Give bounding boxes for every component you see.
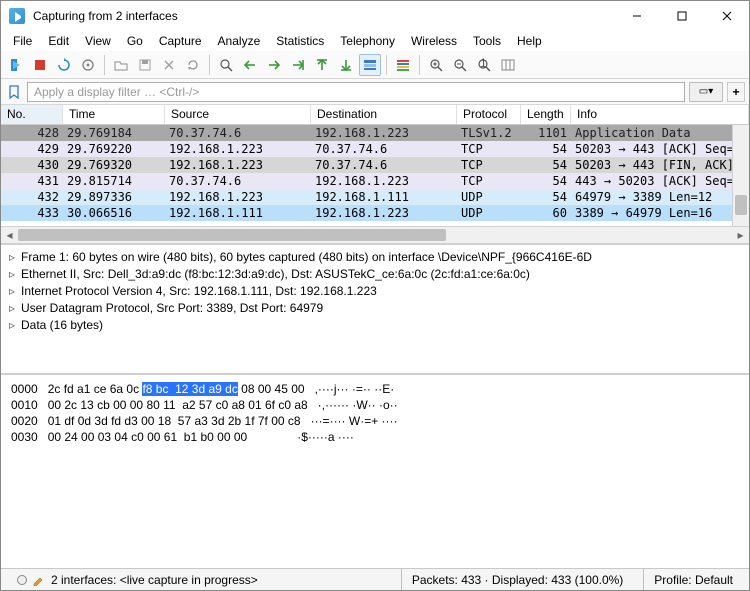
menu-view[interactable]: View xyxy=(77,32,119,50)
menu-analyze[interactable]: Analyze xyxy=(210,32,269,50)
hex-line[interactable]: 0030 00 24 00 03 04 c0 00 61 b1 b0 00 00… xyxy=(11,429,739,445)
app-icon xyxy=(9,8,25,24)
menu-help[interactable]: Help xyxy=(509,32,550,50)
autoscroll-icon[interactable] xyxy=(359,54,381,76)
colorize-icon[interactable] xyxy=(392,54,414,76)
display-filter-input[interactable] xyxy=(27,82,685,102)
detail-line[interactable]: ▹Ethernet II, Src: Dell_3d:a9:dc (f8:bc:… xyxy=(9,266,741,283)
col-destination[interactable]: Destination xyxy=(311,105,457,124)
reload-icon[interactable] xyxy=(182,54,204,76)
save-file-icon[interactable] xyxy=(134,54,156,76)
menu-file[interactable]: File xyxy=(5,32,40,50)
zoom-out-icon[interactable] xyxy=(449,54,471,76)
packet-details-pane[interactable]: ▹Frame 1: 60 bytes on wire (480 bits), 6… xyxy=(1,245,749,375)
add-filter-button[interactable]: + xyxy=(727,82,745,102)
detail-line[interactable]: ▹Frame 1: 60 bytes on wire (480 bits), 6… xyxy=(9,249,741,266)
start-capture-icon[interactable] xyxy=(5,54,27,76)
bookmark-icon[interactable] xyxy=(5,83,23,101)
status-left: 2 interfaces: <live capture in progress> xyxy=(7,569,268,590)
menu-telephony[interactable]: Telephony xyxy=(332,32,403,50)
restart-capture-icon[interactable] xyxy=(53,54,75,76)
edit-capture-icon[interactable] xyxy=(31,573,45,587)
menu-go[interactable]: Go xyxy=(119,32,151,50)
menu-statistics[interactable]: Statistics xyxy=(268,32,332,50)
filter-bar: ▭▾ + xyxy=(1,79,749,105)
detail-line[interactable]: ▹Internet Protocol Version 4, Src: 192.1… xyxy=(9,283,741,300)
detail-line[interactable]: ▹User Datagram Protocol, Src Port: 3389,… xyxy=(9,300,741,317)
titlebar: Capturing from 2 interfaces xyxy=(1,1,749,31)
col-length[interactable]: Length xyxy=(521,105,571,124)
packet-row[interactable]: 43229.897336192.168.1.223192.168.1.111UD… xyxy=(1,189,749,205)
close-file-icon[interactable] xyxy=(158,54,180,76)
expert-info-icon[interactable] xyxy=(17,575,27,585)
main-toolbar: 1 xyxy=(1,51,749,79)
maximize-button[interactable] xyxy=(659,2,704,31)
find-icon[interactable] xyxy=(215,54,237,76)
packet-bytes-pane[interactable]: 0000 2c fd a1 ce 6a 0c f8 bc 12 3d a9 dc… xyxy=(1,375,749,568)
status-interfaces: 2 interfaces: <live capture in progress> xyxy=(51,573,258,587)
hex-line[interactable]: 0000 2c fd a1 ce 6a 0c f8 bc 12 3d a9 dc… xyxy=(11,381,739,397)
menu-wireless[interactable]: Wireless xyxy=(403,32,465,50)
detail-line[interactable]: ▹Data (16 bytes) xyxy=(9,317,741,334)
filter-expression-button[interactable]: ▭▾ xyxy=(689,82,723,102)
minimize-button[interactable] xyxy=(614,2,659,31)
status-profile[interactable]: Profile: Default xyxy=(643,569,743,590)
capture-options-icon[interactable] xyxy=(77,54,99,76)
go-first-icon[interactable] xyxy=(311,54,333,76)
packet-list-body[interactable]: 42829.76918470.37.74.6192.168.1.223TLSv1… xyxy=(1,125,749,226)
open-file-icon[interactable] xyxy=(110,54,132,76)
menu-edit[interactable]: Edit xyxy=(40,32,77,50)
packet-row[interactable]: 42929.769220192.168.1.22370.37.74.6TCP54… xyxy=(1,141,749,157)
packet-row[interactable]: 43029.769320192.168.1.22370.37.74.6TCP54… xyxy=(1,157,749,173)
window-buttons xyxy=(614,2,749,31)
go-to-packet-icon[interactable] xyxy=(287,54,309,76)
menu-bar: FileEditViewGoCaptureAnalyzeStatisticsTe… xyxy=(1,31,749,51)
horizontal-scrollbar[interactable]: ◂▸ xyxy=(1,226,749,243)
go-last-icon[interactable] xyxy=(335,54,357,76)
packet-list-pane: No. Time Source Destination Protocol Len… xyxy=(1,105,749,245)
zoom-reset-icon[interactable]: 1 xyxy=(473,54,495,76)
hex-line[interactable]: 0020 01 df 0d 3d fd d3 00 18 57 a3 3d 2b… xyxy=(11,413,739,429)
status-bar: 2 interfaces: <live capture in progress>… xyxy=(1,568,749,590)
menu-tools[interactable]: Tools xyxy=(465,32,509,50)
col-no[interactable]: No. xyxy=(1,105,63,124)
resize-columns-icon[interactable] xyxy=(497,54,519,76)
packet-row[interactable]: 43129.81571470.37.74.6192.168.1.223TCP54… xyxy=(1,173,749,189)
packet-row[interactable]: 43330.066516192.168.1.111192.168.1.223UD… xyxy=(1,205,749,221)
col-protocol[interactable]: Protocol xyxy=(457,105,521,124)
status-packets: Packets: 433 · Displayed: 433 (100.0%) xyxy=(401,569,633,590)
go-forward-icon[interactable] xyxy=(263,54,285,76)
menu-capture[interactable]: Capture xyxy=(151,32,210,50)
close-button[interactable] xyxy=(704,2,749,31)
go-back-icon[interactable] xyxy=(239,54,261,76)
col-info[interactable]: Info xyxy=(571,105,749,124)
stop-capture-icon[interactable] xyxy=(29,54,51,76)
packet-list-header[interactable]: No. Time Source Destination Protocol Len… xyxy=(1,105,749,125)
zoom-in-icon[interactable] xyxy=(425,54,447,76)
vertical-scrollbar[interactable] xyxy=(732,125,749,226)
svg-text:1: 1 xyxy=(480,57,487,70)
col-source[interactable]: Source xyxy=(165,105,311,124)
col-time[interactable]: Time xyxy=(63,105,165,124)
hex-line[interactable]: 0010 00 2c 13 cb 00 00 80 11 a2 57 c0 a8… xyxy=(11,397,739,413)
packet-row[interactable]: 42829.76918470.37.74.6192.168.1.223TLSv1… xyxy=(1,125,749,141)
window-title: Capturing from 2 interfaces xyxy=(31,9,614,23)
